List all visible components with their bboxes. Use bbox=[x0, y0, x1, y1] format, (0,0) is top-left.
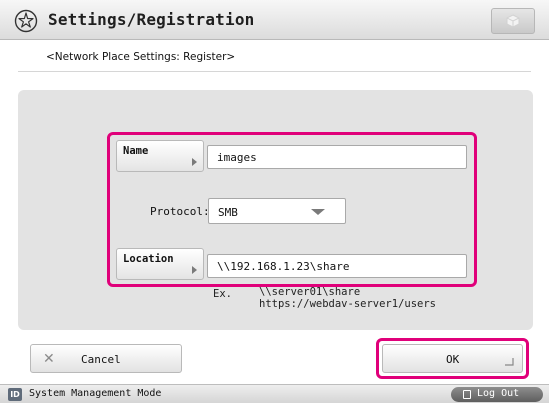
status-mode-text: System Management Mode bbox=[29, 388, 162, 399]
page-title: Settings/Registration bbox=[48, 10, 255, 29]
ok-button[interactable]: OK bbox=[382, 344, 523, 373]
screen-subtitle: <Network Place Settings: Register> bbox=[46, 51, 236, 63]
id-badge-icon: ID bbox=[8, 388, 22, 401]
arrow-right-icon bbox=[192, 266, 197, 274]
logout-icon bbox=[463, 390, 471, 399]
example-label: Ex. bbox=[213, 288, 232, 300]
cancel-button[interactable]: ✕ Cancel bbox=[30, 344, 182, 373]
name-button-label: Name bbox=[123, 145, 149, 157]
header-bar: Settings/Registration bbox=[0, 0, 549, 40]
location-input[interactable]: \\192.168.1.23\share bbox=[207, 254, 467, 278]
name-input[interactable]: images bbox=[207, 145, 467, 169]
example-line: \\server01\share bbox=[259, 286, 361, 298]
cube-icon bbox=[506, 14, 520, 28]
screen: Settings/Registration <Network Place Set… bbox=[0, 0, 549, 403]
arrow-right-icon bbox=[192, 158, 197, 166]
home-button[interactable] bbox=[491, 8, 535, 34]
protocol-select[interactable]: SMB bbox=[208, 198, 346, 224]
chevron-down-icon bbox=[311, 209, 325, 215]
divider bbox=[18, 71, 531, 72]
location-button[interactable]: Location bbox=[116, 248, 204, 280]
ok-button-label: OK bbox=[446, 353, 460, 366]
protocol-label: Protocol: bbox=[150, 205, 210, 218]
close-icon: ✕ bbox=[43, 351, 55, 367]
location-button-label: Location bbox=[123, 253, 174, 265]
cancel-button-label: Cancel bbox=[81, 353, 121, 366]
status-bar: ID System Management Mode Log Out bbox=[0, 384, 549, 403]
protocol-value: SMB bbox=[218, 206, 238, 219]
name-button[interactable]: Name bbox=[116, 140, 204, 172]
logout-button[interactable]: Log Out bbox=[451, 387, 543, 402]
enter-corner-icon bbox=[505, 358, 514, 366]
logout-label: Log Out bbox=[477, 388, 520, 399]
example-line: https://webdav-server1/users bbox=[259, 298, 437, 310]
wrench-star-icon bbox=[14, 9, 38, 33]
